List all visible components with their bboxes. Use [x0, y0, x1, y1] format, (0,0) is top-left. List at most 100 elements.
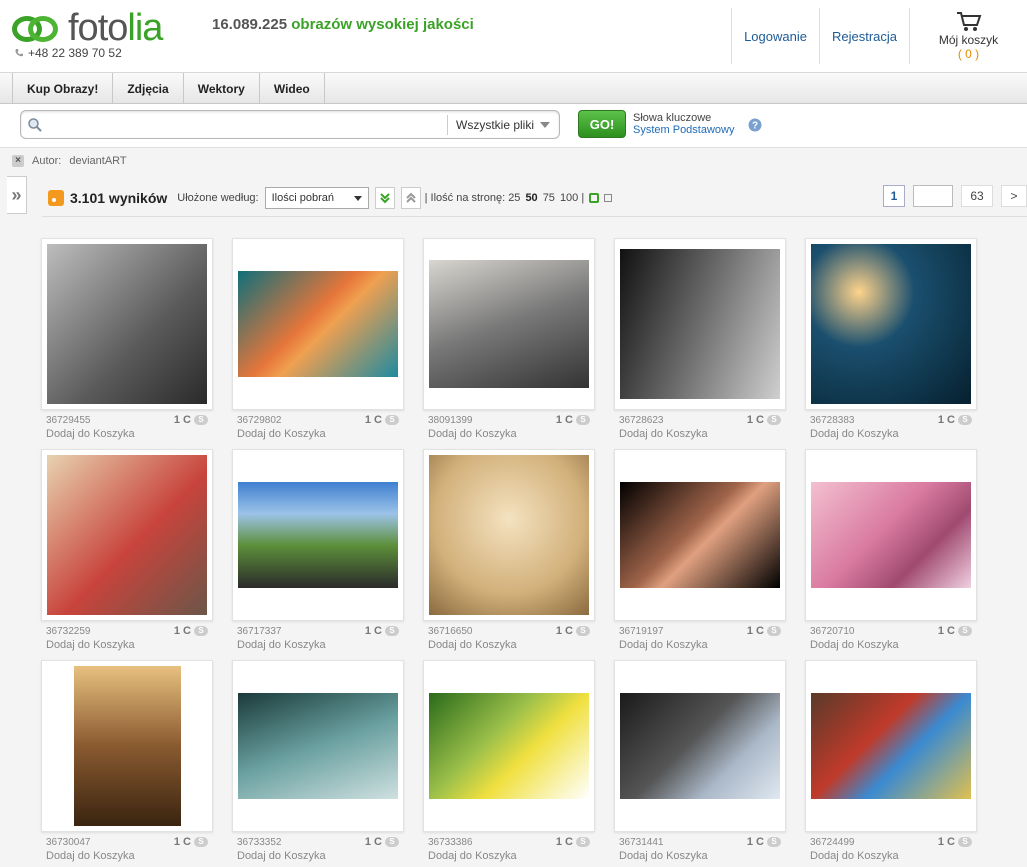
image-id[interactable]: 36728623: [619, 415, 664, 426]
per-page-75[interactable]: 75: [543, 192, 555, 204]
image-id[interactable]: 36730047: [46, 837, 91, 848]
current-page[interactable]: 1: [883, 185, 905, 207]
image-card[interactable]: 36729802 1 C S Dodaj do Koszyka: [232, 238, 404, 449]
image-id[interactable]: 36716650: [428, 626, 473, 637]
add-to-cart-link[interactable]: Dodaj do Koszyka: [810, 639, 972, 651]
image-id[interactable]: 36729455: [46, 415, 91, 426]
rss-icon[interactable]: [48, 190, 64, 206]
image-thumbnail[interactable]: [47, 455, 207, 615]
image-thumbnail[interactable]: [811, 482, 971, 588]
image-card[interactable]: 36728383 1 C S Dodaj do Koszyka: [805, 238, 977, 449]
remove-filter-icon[interactable]: ×: [12, 155, 24, 167]
fotolia-logo[interactable]: fotolia: [12, 9, 163, 47]
go-button[interactable]: GO!: [578, 110, 626, 138]
image-id[interactable]: 36729802: [237, 415, 282, 426]
per-page-100[interactable]: 100 |: [560, 192, 584, 204]
tab-photos[interactable]: Zdjęcia: [113, 73, 184, 104]
image-frame[interactable]: [232, 238, 404, 410]
image-id[interactable]: 36717337: [237, 626, 282, 637]
image-card[interactable]: 36724499 1 C S Dodaj do Koszyka: [805, 660, 977, 867]
tab-buy-images[interactable]: Kup Obrazy!: [13, 73, 114, 104]
next-page-button[interactable]: >: [1001, 185, 1027, 207]
image-thumbnail[interactable]: [811, 244, 971, 404]
add-to-cart-link[interactable]: Dodaj do Koszyka: [810, 428, 972, 440]
image-frame[interactable]: [805, 660, 977, 832]
image-thumbnail[interactable]: [620, 482, 780, 588]
add-to-cart-link[interactable]: Dodaj do Koszyka: [237, 428, 399, 440]
image-thumbnail[interactable]: [47, 244, 207, 404]
image-id[interactable]: 36720710: [810, 626, 855, 637]
image-card[interactable]: 36733352 1 C S Dodaj do Koszyka: [232, 660, 404, 867]
image-id[interactable]: 36733352: [237, 837, 282, 848]
small-view-icon[interactable]: [604, 194, 613, 202]
image-id[interactable]: 36732259: [46, 626, 91, 637]
add-to-cart-link[interactable]: Dodaj do Koszyka: [428, 639, 590, 651]
image-id[interactable]: 36731441: [619, 837, 664, 848]
image-frame[interactable]: [805, 449, 977, 621]
add-to-cart-link[interactable]: Dodaj do Koszyka: [237, 850, 399, 862]
image-thumbnail[interactable]: [811, 693, 971, 799]
image-frame[interactable]: [232, 449, 404, 621]
image-thumbnail[interactable]: [429, 260, 589, 388]
large-view-icon[interactable]: [589, 193, 600, 203]
add-to-cart-link[interactable]: Dodaj do Koszyka: [810, 850, 972, 862]
image-frame[interactable]: [614, 238, 786, 410]
image-thumbnail[interactable]: [429, 455, 589, 615]
image-frame[interactable]: [423, 660, 595, 832]
image-id[interactable]: 38091399: [428, 415, 473, 426]
image-thumbnail[interactable]: [238, 271, 398, 377]
keyword-mode-link[interactable]: System Podstawowy: [633, 124, 734, 136]
image-thumbnail[interactable]: [429, 693, 589, 799]
add-to-cart-link[interactable]: Dodaj do Koszyka: [237, 639, 399, 651]
search-input[interactable]: [49, 115, 439, 135]
per-page-50[interactable]: 50: [525, 192, 537, 204]
file-type-select[interactable]: Wszystkie pliki: [447, 115, 557, 135]
image-frame[interactable]: [423, 238, 595, 410]
page-input[interactable]: [913, 185, 953, 207]
add-to-cart-link[interactable]: Dodaj do Koszyka: [428, 850, 590, 862]
sidebar-toggle-button[interactable]: »: [7, 176, 27, 214]
add-to-cart-link[interactable]: Dodaj do Koszyka: [46, 428, 208, 440]
sort-ascending-button[interactable]: [400, 187, 421, 209]
image-frame[interactable]: [41, 449, 213, 621]
image-id[interactable]: 36719197: [619, 626, 664, 637]
image-frame[interactable]: [41, 660, 213, 832]
image-card[interactable]: 36719197 1 C S Dodaj do Koszyka: [614, 449, 786, 660]
image-frame[interactable]: [232, 660, 404, 832]
image-card[interactable]: 36732259 1 C S Dodaj do Koszyka: [41, 449, 213, 660]
image-card[interactable]: 36729455 1 C S Dodaj do Koszyka: [41, 238, 213, 449]
sort-select[interactable]: Ilości pobrań: [264, 187, 369, 209]
add-to-cart-link[interactable]: Dodaj do Koszyka: [428, 428, 590, 440]
image-card[interactable]: 38091399 1 C S Dodaj do Koszyka: [423, 238, 595, 449]
image-thumbnail[interactable]: [238, 693, 398, 799]
image-card[interactable]: 36728623 1 C S Dodaj do Koszyka: [614, 238, 786, 449]
image-frame[interactable]: [41, 238, 213, 410]
add-to-cart-link[interactable]: Dodaj do Koszyka: [619, 639, 781, 651]
sort-descending-button[interactable]: [374, 187, 395, 209]
image-id[interactable]: 36724499: [810, 837, 855, 848]
image-card[interactable]: 36720710 1 C S Dodaj do Koszyka: [805, 449, 977, 660]
add-to-cart-link[interactable]: Dodaj do Koszyka: [46, 850, 208, 862]
help-icon[interactable]: ?: [748, 118, 762, 132]
image-thumbnail[interactable]: [620, 693, 780, 799]
per-page-25[interactable]: | Ilość na stronę: 25: [425, 192, 521, 204]
add-to-cart-link[interactable]: Dodaj do Koszyka: [619, 428, 781, 440]
image-thumbnail[interactable]: [238, 482, 398, 588]
add-to-cart-link[interactable]: Dodaj do Koszyka: [46, 639, 208, 651]
login-link[interactable]: Logowanie: [731, 8, 819, 64]
register-link[interactable]: Rejestracja: [818, 8, 909, 64]
image-card[interactable]: 36716650 1 C S Dodaj do Koszyka: [423, 449, 595, 660]
last-page[interactable]: 63: [961, 185, 993, 207]
image-id[interactable]: 36733386: [428, 837, 473, 848]
cart-button[interactable]: Mój koszyk ( 0 ): [909, 8, 1027, 64]
image-thumbnail[interactable]: [620, 249, 780, 399]
image-card[interactable]: 36731441 1 C S Dodaj do Koszyka: [614, 660, 786, 867]
image-frame[interactable]: [805, 238, 977, 410]
image-frame[interactable]: [614, 449, 786, 621]
image-card[interactable]: 36717337 1 C S Dodaj do Koszyka: [232, 449, 404, 660]
tab-vectors[interactable]: Wektory: [184, 73, 260, 104]
image-frame[interactable]: [614, 660, 786, 832]
tab-video[interactable]: Wideo: [260, 73, 325, 104]
image-card[interactable]: 36733386 1 C S Dodaj do Koszyka: [423, 660, 595, 867]
image-thumbnail[interactable]: [74, 666, 181, 826]
